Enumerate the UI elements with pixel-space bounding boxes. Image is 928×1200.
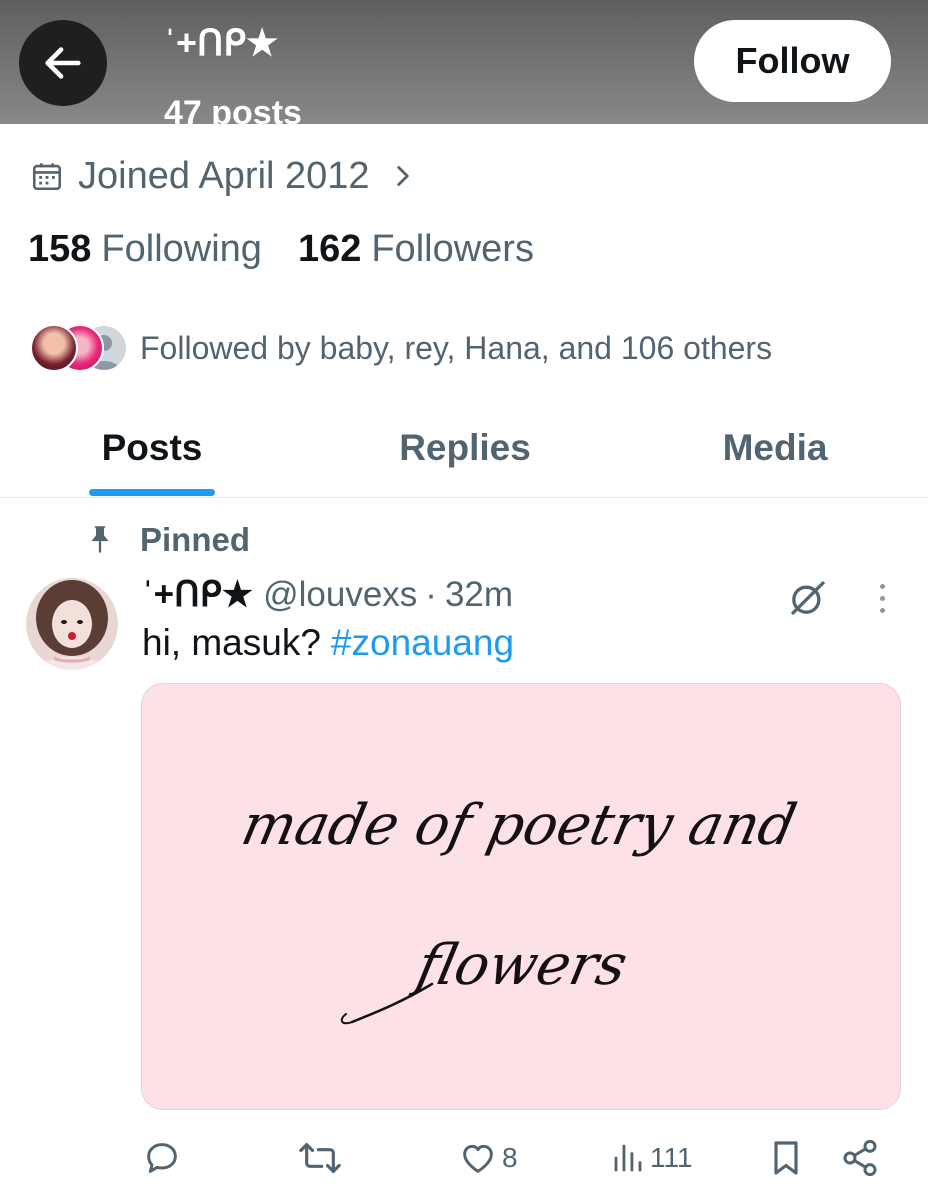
following-link[interactable]: 158 Following bbox=[28, 228, 262, 271]
more-icon[interactable] bbox=[866, 578, 898, 618]
share-button[interactable] bbox=[840, 1128, 880, 1188]
image-text-line1: made of poetry and bbox=[236, 793, 802, 858]
post-header: ˈ+ᑎᑭ★ @louvexs · 32m bbox=[142, 572, 513, 618]
back-button[interactable] bbox=[19, 20, 107, 106]
header-display-name: ˈ+ᑎᑭ★ bbox=[164, 22, 279, 63]
followers-label: Followers bbox=[371, 228, 534, 270]
pinned-label: Pinned bbox=[140, 521, 251, 558]
profile-tabs: Posts Replies Media bbox=[0, 400, 928, 498]
follow-button[interactable]: Follow bbox=[694, 20, 891, 102]
post-image[interactable]: made of poetry and flowers bbox=[141, 683, 901, 1110]
post-time[interactable]: 32m bbox=[445, 575, 513, 615]
follow-stats: 158 Following 162 Followers bbox=[28, 228, 534, 271]
joined-date-row[interactable]: Joined April 2012 bbox=[30, 150, 416, 202]
following-label: Following bbox=[101, 228, 262, 270]
like-icon bbox=[463, 1144, 493, 1173]
post-text: hi, masuk? #zonauang bbox=[142, 622, 514, 664]
avatar[interactable] bbox=[26, 578, 118, 670]
follower-avatars bbox=[30, 320, 130, 376]
post-hashtag[interactable]: #zonauang bbox=[331, 622, 514, 663]
post-author-name[interactable]: ˈ+ᑎᑭ★ bbox=[142, 575, 253, 615]
top-bar: ˈ+ᑎᑭ★ 47 posts Follow bbox=[0, 0, 928, 124]
tab-media[interactable]: Media bbox=[690, 400, 860, 496]
joined-date: Joined April 2012 bbox=[78, 154, 370, 197]
active-tab-indicator bbox=[89, 489, 215, 496]
bookmark-button[interactable] bbox=[766, 1128, 806, 1188]
post-actions: 8 111 bbox=[0, 1128, 928, 1188]
following-count: 158 bbox=[28, 228, 92, 270]
tab-replies[interactable]: Replies bbox=[370, 400, 560, 496]
grok-icon[interactable] bbox=[786, 576, 830, 620]
avatar bbox=[30, 324, 78, 372]
views-icon bbox=[614, 1144, 642, 1172]
reply-button[interactable] bbox=[142, 1128, 182, 1188]
tab-posts[interactable]: Posts bbox=[62, 400, 242, 496]
calendar-icon bbox=[30, 159, 64, 193]
header-posts-count: 47 posts bbox=[164, 94, 302, 124]
post-author-handle[interactable]: @louvexs bbox=[263, 575, 417, 615]
share-icon bbox=[843, 1139, 877, 1177]
pinned-label-row: Pinned bbox=[86, 518, 250, 562]
followed-by-text: Followed by baby, rey, Hana, and 106 oth… bbox=[140, 329, 773, 366]
followed-by-row[interactable]: Followed by baby, rey, Hana, and 106 oth… bbox=[30, 320, 772, 376]
reply-icon bbox=[147, 1143, 177, 1173]
repost-button[interactable] bbox=[298, 1128, 342, 1188]
bookmark-icon bbox=[774, 1141, 798, 1175]
view-count: 111 bbox=[650, 1142, 693, 1173]
post-body: hi, masuk? bbox=[142, 622, 321, 663]
views-button[interactable]: 111 bbox=[610, 1128, 693, 1188]
post-separator: · bbox=[425, 575, 437, 614]
followers-count: 162 bbox=[297, 228, 362, 270]
like-count: 8 bbox=[502, 1142, 518, 1173]
chevron-right-icon bbox=[390, 159, 416, 193]
followers-link[interactable]: 162 Followers bbox=[298, 228, 534, 271]
repost-icon bbox=[299, 1143, 341, 1173]
image-text-line2: flowers bbox=[408, 933, 633, 998]
pin-icon bbox=[86, 524, 114, 556]
back-arrow-icon bbox=[45, 47, 81, 79]
like-button[interactable]: 8 bbox=[458, 1128, 518, 1188]
